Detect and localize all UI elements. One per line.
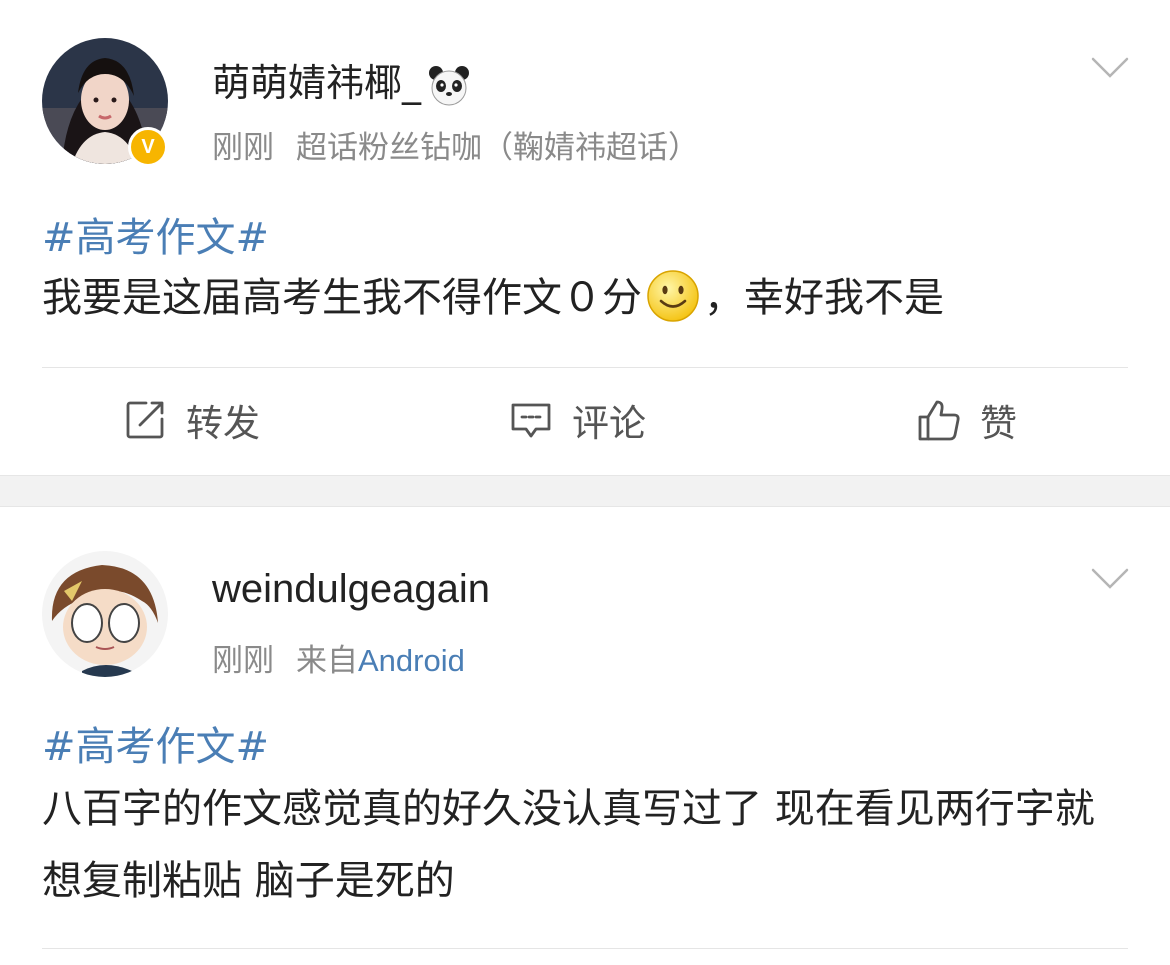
verified-badge-icon: V bbox=[128, 127, 168, 167]
username-text: 萌萌婧祎椰_ bbox=[212, 61, 422, 105]
avatar[interactable] bbox=[42, 551, 168, 677]
hashtag-link[interactable]: #高考作文# bbox=[42, 714, 269, 772]
repost-label: 转发 bbox=[186, 402, 260, 445]
thumbs-up-icon bbox=[918, 400, 960, 441]
post-text-end: ，幸好我不是 bbox=[704, 275, 944, 321]
post-content: 我要是这届高考生我不得作文０分 ，幸好我不是 bbox=[42, 262, 1132, 334]
post-time: 刚刚 bbox=[212, 130, 274, 166]
repost-icon bbox=[126, 401, 164, 439]
comment-label: 评论 bbox=[572, 402, 646, 445]
post-source-prefix: 来自 bbox=[296, 643, 358, 679]
divider bbox=[42, 367, 1128, 368]
post-source-link[interactable]: Android bbox=[358, 643, 465, 678]
panda-icon bbox=[429, 65, 470, 105]
feed-separator bbox=[0, 475, 1170, 507]
feed-post: weindulgeagain 刚刚 来自Android #高考作文# 八百字的作文… bbox=[0, 507, 1170, 965]
repost-button[interactable]: 转发 bbox=[122, 392, 260, 448]
hashtag-link[interactable]: #高考作文# bbox=[42, 205, 269, 263]
comment-icon bbox=[511, 403, 551, 438]
post-source[interactable]: 超话粉丝钻咖（鞠婧祎超话） bbox=[296, 130, 699, 166]
chevron-down-icon[interactable] bbox=[1090, 56, 1130, 80]
post-meta: 刚刚 来自Android bbox=[212, 635, 465, 680]
post-time: 刚刚 bbox=[212, 643, 274, 679]
post-meta: 刚刚 超话粉丝钻咖（鞠婧祎超话） bbox=[212, 122, 699, 167]
like-button[interactable]: 赞 bbox=[916, 392, 1017, 448]
like-label: 赞 bbox=[980, 402, 1017, 445]
smile-icon bbox=[647, 270, 699, 322]
divider bbox=[42, 948, 1128, 949]
comment-button[interactable]: 评论 bbox=[508, 392, 646, 448]
feed-post: V 萌萌婧祎椰_ 刚刚 超话粉丝钻咖（鞠婧祎超话） #高考作文# 我要是这届高考生… bbox=[0, 0, 1170, 475]
username[interactable]: weindulgeagain bbox=[212, 567, 490, 612]
chevron-down-icon[interactable] bbox=[1090, 567, 1130, 591]
username[interactable]: 萌萌婧祎椰_ bbox=[212, 52, 471, 108]
post-content: 八百字的作文感觉真的好久没认真写过了 现在看见两行字就想复制粘贴 脑子是死的 bbox=[42, 786, 1095, 904]
post-text: 我要是这届高考生我不得作文０分 bbox=[42, 275, 642, 321]
